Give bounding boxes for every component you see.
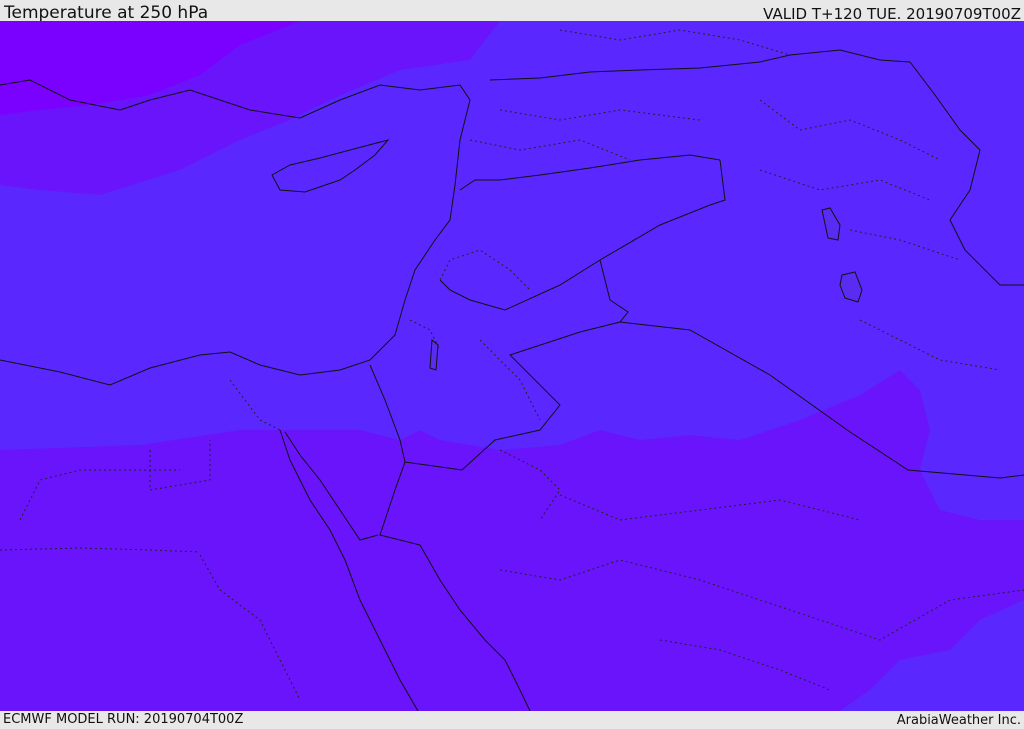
footer-bar: ECMWF MODEL RUN: 20190704T00Z ArabiaWeat… xyxy=(0,711,1024,729)
credit-label: ArabiaWeather Inc. xyxy=(896,713,1021,728)
map-frame[interactable] xyxy=(0,21,1024,711)
temperature-map[interactable] xyxy=(0,21,1024,711)
dead-sea xyxy=(429,338,439,371)
model-run-label: ECMWF MODEL RUN: 20190704T00Z xyxy=(3,712,244,727)
map-title: Temperature at 250 hPa xyxy=(4,3,209,23)
header-bar: Temperature at 250 hPa VALID T+120 TUE. … xyxy=(0,0,1024,23)
